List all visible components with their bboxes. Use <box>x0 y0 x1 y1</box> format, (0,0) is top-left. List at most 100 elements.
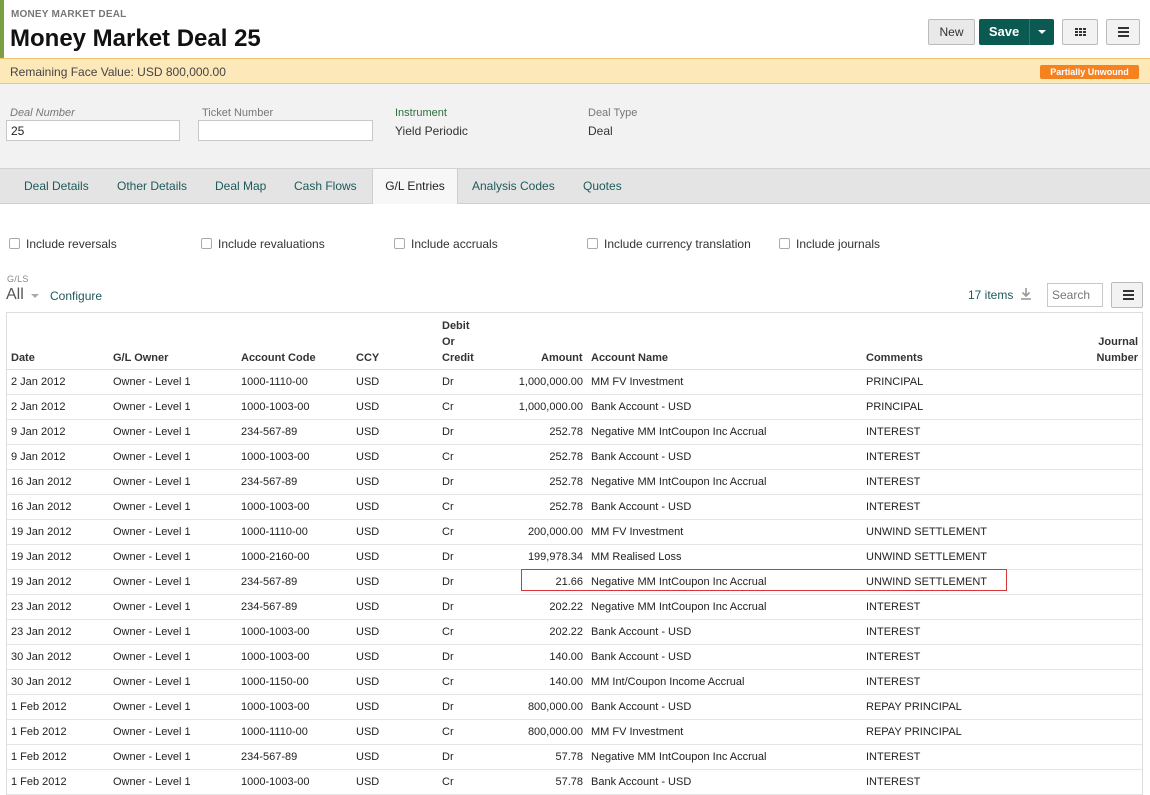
cell-account-code: 1000-1003-00 <box>241 451 310 463</box>
cell-date: 19 Jan 2012 <box>11 576 72 588</box>
save-button[interactable]: Save <box>979 19 1029 45</box>
deal-number-field[interactable]: 25 <box>6 120 180 141</box>
table-row[interactable]: 16 Jan 2012 Owner - Level 1 234-567-89 USD D… <box>7 470 1142 495</box>
menu-icon <box>1118 27 1129 37</box>
cell-debit-credit: Cr <box>442 626 454 638</box>
cell-comments: INTEREST <box>866 751 921 763</box>
table-row[interactable]: 1 Feb 2012 Owner - Level 1 1000-1003-00 USD… <box>7 770 1142 795</box>
table-row[interactable]: 30 Jan 2012 Owner - Level 1 1000-1150-00 US… <box>7 670 1142 695</box>
checkbox-box <box>201 238 212 249</box>
cell-comments: INTEREST <box>866 601 921 613</box>
cell-comments: INTEREST <box>866 651 921 663</box>
cell-debit-credit: Dr <box>442 426 454 438</box>
cell-account-name: Bank Account - USD <box>591 626 692 638</box>
tab-quotes[interactable]: Quotes <box>583 169 622 204</box>
cell-comments: REPAY PRINCIPAL <box>866 726 962 738</box>
cell-ccy: USD <box>356 601 380 613</box>
cell-gl-owner: Owner - Level 1 <box>113 576 191 588</box>
column-comments[interactable]: Comments <box>866 350 923 366</box>
grid-icon <box>1075 28 1086 37</box>
table-row[interactable]: 30 Jan 2012 Owner - Level 1 1000-1003-00 US… <box>7 645 1142 670</box>
column-date[interactable]: Date <box>11 350 35 366</box>
cell-amount: 800,000.00 <box>527 726 583 738</box>
cell-account-name: MM Int/Coupon Income Accrual <box>591 676 745 688</box>
table-row[interactable]: 19 Jan 2012 Owner - Level 1 1000-1110-00 US… <box>7 520 1142 545</box>
cell-gl-owner: Owner - Level 1 <box>113 401 191 413</box>
tab-cash-flows[interactable]: Cash Flows <box>294 169 357 204</box>
cell-ccy: USD <box>356 651 380 663</box>
table-row[interactable]: 2 Jan 2012 Owner - Level 1 1000-1110-00 USD… <box>7 370 1142 395</box>
column-or-line: Or <box>442 336 455 348</box>
cell-account-code: 234-567-89 <box>241 751 298 763</box>
search-input[interactable]: Search <box>1047 283 1103 307</box>
cell-date: 2 Jan 2012 <box>11 401 66 413</box>
cell-date: 9 Jan 2012 <box>11 426 66 438</box>
chevron-down-icon[interactable] <box>31 294 39 298</box>
cell-date: 1 Feb 2012 <box>11 726 67 738</box>
cell-account-name: Bank Account - USD <box>591 701 692 713</box>
table-row[interactable]: 19 Jan 2012 Owner - Level 1 1000-2160-00 US… <box>7 545 1142 570</box>
cell-debit-credit: Cr <box>442 526 454 538</box>
column-ccy[interactable]: CCY <box>356 350 379 366</box>
tab-analysis-codes[interactable]: Analysis Codes <box>472 169 555 204</box>
cell-account-name: Negative MM IntCoupon Inc Accrual <box>591 601 767 613</box>
cell-amount: 200,000.00 <box>527 526 583 538</box>
cell-comments: PRINCIPAL <box>866 376 924 388</box>
table-row[interactable]: 2 Jan 2012 Owner - Level 1 1000-1003-00 USD… <box>7 395 1142 420</box>
table-row[interactable]: 23 Jan 2012 Owner - Level 1 234-567-89 USD D… <box>7 595 1142 620</box>
cell-ccy: USD <box>356 526 380 538</box>
cell-debit-credit: Cr <box>442 401 454 413</box>
cell-ccy: USD <box>356 726 380 738</box>
checkbox-box <box>9 238 20 249</box>
cell-amount: 1,000,000.00 <box>518 376 583 388</box>
cell-date: 19 Jan 2012 <box>11 551 72 563</box>
table-row[interactable]: 1 Feb 2012 Owner - Level 1 1000-1110-00 USD… <box>7 720 1142 745</box>
status-banner: Remaining Face Value: USD 800,000.00 Par… <box>0 58 1150 84</box>
table-row[interactable]: 16 Jan 2012 Owner - Level 1 1000-1003-00 US… <box>7 495 1142 520</box>
tab-deal-map[interactable]: Deal Map <box>215 169 266 204</box>
new-button[interactable]: New <box>928 19 975 45</box>
cell-amount: 140.00 <box>549 676 583 688</box>
table-row[interactable]: 23 Jan 2012 Owner - Level 1 1000-1003-00 US… <box>7 620 1142 645</box>
cell-date: 1 Feb 2012 <box>11 751 67 763</box>
cell-account-code: 1000-1110-00 <box>241 526 308 538</box>
save-options-button[interactable] <box>1029 19 1054 45</box>
cell-debit-credit: Cr <box>442 676 454 688</box>
table-row[interactable]: 1 Feb 2012 Owner - Level 1 1000-1003-00 USD… <box>7 695 1142 720</box>
column-account-name[interactable]: Account Name <box>591 350 668 366</box>
ticket-number-field[interactable] <box>198 120 373 141</box>
gls-selector[interactable]: All <box>6 286 24 304</box>
table-row[interactable]: 9 Jan 2012 Owner - Level 1 1000-1003-00 USD… <box>7 445 1142 470</box>
column-journal-number[interactable]: Journal Number <box>1095 334 1138 366</box>
page-menu-button[interactable] <box>1106 19 1140 45</box>
cell-date: 30 Jan 2012 <box>11 676 72 688</box>
cell-debit-credit: Dr <box>442 376 454 388</box>
column-account-code[interactable]: Account Code <box>241 350 316 366</box>
table-row[interactable]: 9 Jan 2012 Owner - Level 1 234-567-89 USD Dr… <box>7 420 1142 445</box>
column-gl-owner[interactable]: G/L Owner <box>113 350 168 366</box>
grid-view-button[interactable] <box>1062 19 1098 45</box>
instrument-label: Instrument <box>395 107 447 119</box>
cell-account-name: Negative MM IntCoupon Inc Accrual <box>591 751 767 763</box>
column-amount[interactable]: Amount <box>541 350 583 366</box>
column-debit-or-credit[interactable]: Debit Or Credit <box>442 318 474 366</box>
cell-debit-credit: Dr <box>442 751 454 763</box>
cell-account-name: Negative MM IntCoupon Inc Accrual <box>591 476 767 488</box>
checkbox-label: Include reversals <box>26 237 117 251</box>
cell-debit-credit: Dr <box>442 701 454 713</box>
cell-amount: 252.78 <box>549 501 583 513</box>
table-row[interactable]: 1 Feb 2012 Owner - Level 1 234-567-89 USD Dr… <box>7 745 1142 770</box>
tab-deal-details[interactable]: Deal Details <box>24 169 89 204</box>
download-icon[interactable] <box>1019 287 1033 301</box>
items-count: 17 items <box>968 288 1014 302</box>
list-menu-button[interactable] <box>1111 282 1143 308</box>
tab-gl-entries[interactable]: G/L Entries <box>372 169 458 205</box>
cell-gl-owner: Owner - Level 1 <box>113 751 191 763</box>
cell-gl-owner: Owner - Level 1 <box>113 476 191 488</box>
cell-account-code: 1000-1003-00 <box>241 626 310 638</box>
cell-comments: INTEREST <box>866 776 921 788</box>
cell-account-code: 1000-1003-00 <box>241 401 310 413</box>
tab-other-details[interactable]: Other Details <box>117 169 187 204</box>
cell-account-code: 1000-1150-00 <box>241 676 309 688</box>
configure-link[interactable]: Configure <box>50 289 102 303</box>
